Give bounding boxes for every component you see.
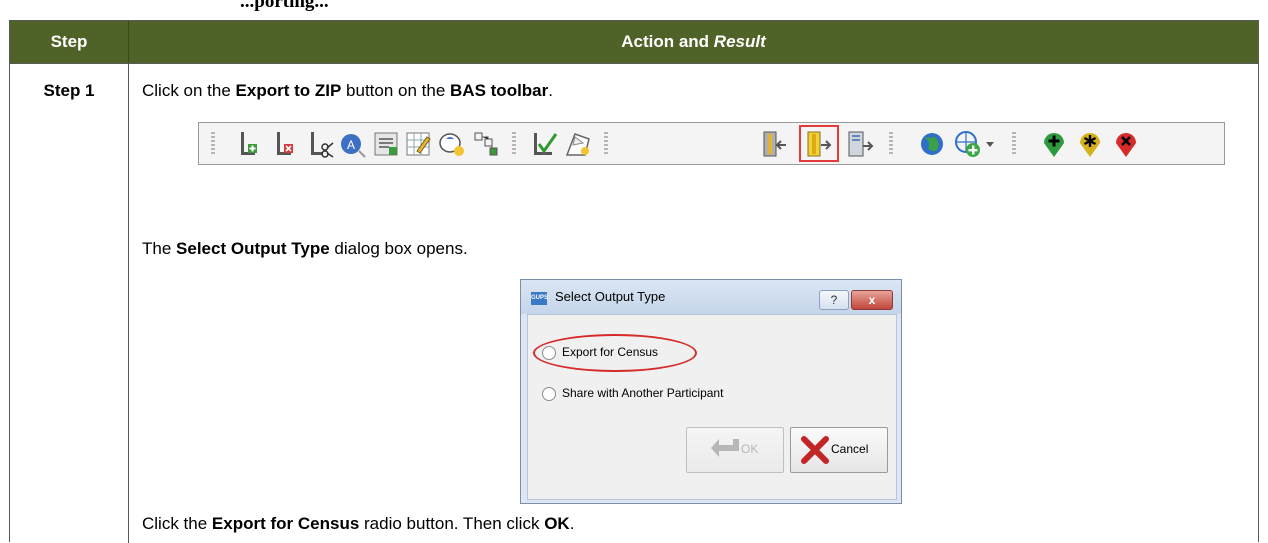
table-header: Step Action and Result: [10, 21, 1258, 63]
bas-toolbar: A: [198, 122, 1225, 165]
delete-line-icon[interactable]: [271, 129, 301, 159]
header-result: Result: [713, 32, 766, 51]
dropdown-arrow-icon[interactable]: [986, 142, 994, 147]
partial-heading: ...porting...: [240, 0, 329, 12]
instruction-line-1: Click on the Export to ZIP button on the…: [142, 81, 553, 100]
cropped-heading: ...porting...: [0, 0, 1268, 20]
ok-arrow-icon: [711, 439, 739, 457]
procedure-table: Step Action and Result Step 1 Click on t…: [9, 20, 1259, 543]
star-marker-icon[interactable]: [1075, 129, 1105, 159]
help-button[interactable]: ?: [819, 290, 849, 310]
toolbar-grip: [889, 132, 893, 156]
import-zip-icon[interactable]: [760, 129, 790, 159]
attribute-table-icon[interactable]: [371, 129, 401, 159]
share-participant-radio[interactable]: [542, 387, 556, 401]
toolbar-grip: [1012, 132, 1016, 156]
toolbar-grip: [512, 132, 516, 156]
address-icon[interactable]: A: [337, 129, 367, 159]
export-zip-icon[interactable]: [804, 129, 834, 159]
header-action: Action and Result: [621, 32, 766, 51]
toolbar-grip: [211, 132, 215, 156]
svg-text:A: A: [347, 138, 355, 152]
dialog-title: Select Output Type: [555, 289, 666, 304]
select-output-type-dialog: GUPS Select Output Type ? x Export for C…: [520, 279, 902, 504]
topology-icon[interactable]: [471, 129, 501, 159]
add-line-icon[interactable]: [235, 129, 265, 159]
header-step: Step: [50, 32, 88, 51]
instruction-line-3: Click the Export for Census radio button…: [142, 514, 575, 533]
toolbar-grip: [604, 132, 608, 156]
globe-icon[interactable]: [917, 129, 947, 159]
cancel-x-icon: [801, 436, 829, 464]
dialog-titlebar: GUPS Select Output Type ? x: [521, 280, 901, 314]
split-line-icon[interactable]: [305, 129, 335, 159]
add-layer-icon[interactable]: [953, 129, 983, 159]
export-for-census-label[interactable]: Export for Census: [562, 345, 658, 359]
cancel-button[interactable]: Cancel: [790, 427, 888, 473]
export-for-census-radio[interactable]: [542, 346, 556, 360]
edit-table-icon[interactable]: [403, 129, 433, 159]
validate-icon[interactable]: [529, 129, 559, 159]
share-participant-label[interactable]: Share with Another Participant: [562, 386, 723, 400]
app-icon: GUPS: [531, 292, 548, 305]
instruction-line-2: The Select Output Type dialog box opens.: [142, 239, 468, 258]
step-label: Step 1: [43, 81, 95, 100]
ok-button[interactable]: OK: [686, 427, 784, 473]
dialog-body: Export for Census Share with Another Par…: [527, 314, 897, 500]
edit-area-icon[interactable]: [563, 129, 593, 159]
review-icon[interactable]: [437, 129, 467, 159]
remove-marker-icon[interactable]: [1111, 129, 1141, 159]
add-marker-icon[interactable]: [1039, 129, 1069, 159]
export-file-icon[interactable]: [845, 129, 875, 159]
close-button[interactable]: x: [851, 290, 893, 310]
